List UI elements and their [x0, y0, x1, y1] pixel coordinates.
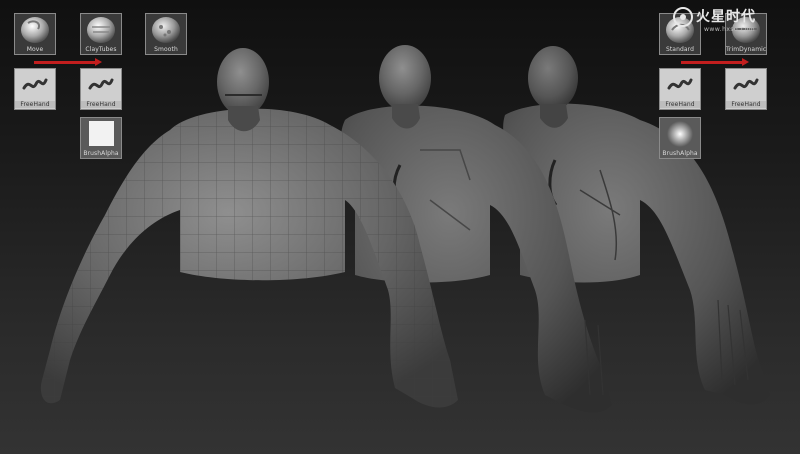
brush-alpha-icon — [661, 119, 699, 149]
watermark-url: www.hxsd.com — [704, 26, 756, 33]
stroke-label: FreeHand — [660, 101, 700, 108]
stroke-freehand-1[interactable]: FreeHand — [14, 68, 56, 110]
tool-claytubes[interactable]: ClayTubes — [80, 13, 122, 55]
brush-alpha-left[interactable]: BrushAlpha — [80, 117, 122, 159]
tool-smooth[interactable]: Smooth — [145, 13, 187, 55]
tool-label: Standard — [665, 46, 695, 53]
progression-arrow — [34, 58, 102, 66]
stroke-label: FreeHand — [726, 101, 766, 108]
stroke-freehand-4[interactable]: FreeHand — [725, 68, 767, 110]
brush-alpha-icon — [82, 119, 120, 149]
tool-label: ClayTubes — [85, 46, 117, 53]
stroke-freehand-2[interactable]: FreeHand — [80, 68, 122, 110]
freehand-stroke-icon — [82, 70, 120, 100]
freehand-stroke-icon — [661, 70, 699, 100]
move-brush-icon — [16, 15, 54, 45]
tool-label: Smooth — [154, 46, 178, 53]
tool-label: TrimDynamic — [726, 46, 767, 53]
viewport: Move ClayTubes Smooth FreeHand FreeHand … — [0, 0, 800, 454]
progression-arrow — [681, 58, 749, 66]
claytubes-brush-icon — [82, 15, 120, 45]
brush-alpha-right[interactable]: BrushAlpha — [659, 117, 701, 159]
stroke-label: FreeHand — [15, 101, 55, 108]
hxsd-watermark: 火星时代 www.hxsd.com — [672, 4, 796, 40]
alpha-label: BrushAlpha — [83, 150, 119, 157]
alpha-label: BrushAlpha — [662, 150, 698, 157]
freehand-stroke-icon — [16, 70, 54, 100]
freehand-stroke-icon — [727, 70, 765, 100]
stroke-freehand-3[interactable]: FreeHand — [659, 68, 701, 110]
smooth-brush-icon — [147, 15, 185, 45]
hxsd-logo-icon — [673, 7, 693, 27]
tool-label: Move — [26, 46, 44, 53]
watermark-brand: 火星时代 — [696, 9, 756, 25]
stroke-label: FreeHand — [81, 101, 121, 108]
tool-move[interactable]: Move — [14, 13, 56, 55]
